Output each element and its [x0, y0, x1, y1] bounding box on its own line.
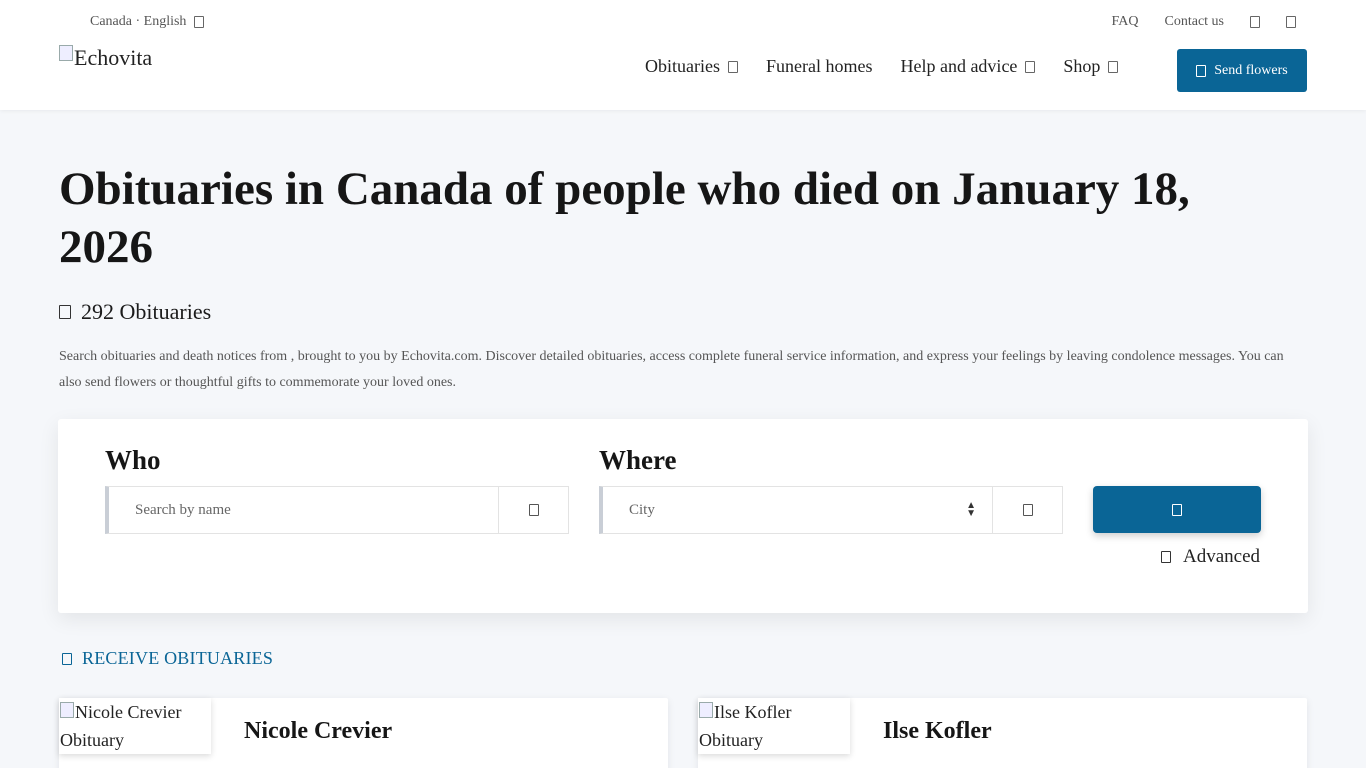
- chevron-down-icon: [194, 16, 205, 28]
- obituary-photo[interactable]: Nicole Crevier Obituary: [59, 698, 211, 754]
- obituary-card[interactable]: Ilse Kofler Obituary Ilse Kofler: [698, 698, 1307, 768]
- city-select-field[interactable]: City ▲ ▼: [599, 486, 1063, 534]
- site-logo[interactable]: Echovita: [59, 45, 152, 71]
- chevron-down-icon: [1025, 60, 1036, 73]
- nav-item-help-and-advice[interactable]: Help and advice: [900, 56, 1036, 77]
- nav-item-shop[interactable]: Shop: [1063, 56, 1119, 77]
- obituary-count-label: 292 Obituaries: [81, 299, 212, 324]
- nav-item-label: Funeral homes: [765, 56, 873, 76]
- who-label: Who: [105, 445, 161, 475]
- main-nav: Obituaries Funeral homes Help and advice…: [645, 56, 1146, 77]
- user-icon[interactable]: [1250, 16, 1260, 28]
- logo-alt-text: Echovita: [74, 45, 153, 70]
- name-field-icon-button[interactable]: [498, 487, 568, 533]
- send-flowers-label: Send flowers: [1214, 62, 1288, 78]
- nav-item-label: Help and advice: [900, 56, 1018, 76]
- advanced-label: Advanced: [1183, 546, 1261, 567]
- advanced-search-toggle[interactable]: Advanced: [1161, 546, 1260, 568]
- page-title: Obituaries in Canada of people who died …: [59, 163, 1190, 273]
- nav-item-label: Shop: [1063, 56, 1101, 76]
- cart-icon[interactable]: [1286, 16, 1296, 28]
- obituary-count: 292 Obituaries: [59, 299, 211, 325]
- obituary-name[interactable]: Ilse Kofler: [883, 718, 992, 745]
- name-search-input[interactable]: Search by name: [109, 502, 498, 519]
- site-header: Canada · English FAQ Contact us Echovita…: [0, 0, 1366, 110]
- location-icon: [1022, 504, 1033, 516]
- flower-icon: [1196, 64, 1207, 77]
- nav-item-funeral-homes[interactable]: Funeral homes: [766, 56, 872, 77]
- nav-item-obituaries[interactable]: Obituaries: [645, 56, 738, 77]
- broken-image-icon: [59, 45, 73, 61]
- broken-image-icon: [699, 702, 713, 718]
- search-icon: [1172, 503, 1182, 516]
- nav-item-label: Obituaries: [645, 56, 720, 76]
- obituary-photo-alt: Nicole Crevier Obituary: [60, 702, 182, 750]
- contact-us-link[interactable]: Contact us: [1165, 14, 1225, 30]
- select-arrows-icon: ▲ ▼: [966, 500, 976, 519]
- chevron-down-icon: [1108, 60, 1119, 73]
- top-links: FAQ Contact us: [1112, 14, 1296, 30]
- location-button[interactable]: [992, 487, 1062, 533]
- bell-icon: [62, 652, 72, 665]
- send-flowers-button[interactable]: Send flowers: [1177, 49, 1307, 92]
- city-select[interactable]: City: [603, 502, 966, 519]
- page-description: Search obituaries and death notices from…: [59, 349, 1284, 390]
- faq-link[interactable]: FAQ: [1112, 14, 1139, 30]
- broken-image-icon: [60, 702, 74, 718]
- user-icon: [528, 504, 539, 516]
- name-search-field[interactable]: Search by name: [105, 486, 569, 534]
- receive-obituaries-link[interactable]: RECEIVE OBITUARIES: [62, 648, 273, 669]
- locale-selector[interactable]: Canada · English: [90, 14, 205, 30]
- obituary-card[interactable]: Nicole Crevier Obituary Nicole Crevier: [59, 698, 668, 768]
- search-button[interactable]: [1093, 486, 1261, 533]
- locale-label: Canada · English: [90, 14, 187, 29]
- obituary-photo[interactable]: Ilse Kofler Obituary: [698, 698, 850, 754]
- filter-icon: [1161, 551, 1171, 563]
- chevron-down-icon: [727, 60, 738, 73]
- receive-obituaries-label: RECEIVE OBITUARIES: [82, 648, 274, 668]
- obituary-name[interactable]: Nicole Crevier: [244, 718, 392, 745]
- book-icon: [59, 305, 71, 319]
- where-label: Where: [599, 445, 677, 475]
- search-card: Who Search by name Where City ▲ ▼ Advance…: [58, 419, 1308, 613]
